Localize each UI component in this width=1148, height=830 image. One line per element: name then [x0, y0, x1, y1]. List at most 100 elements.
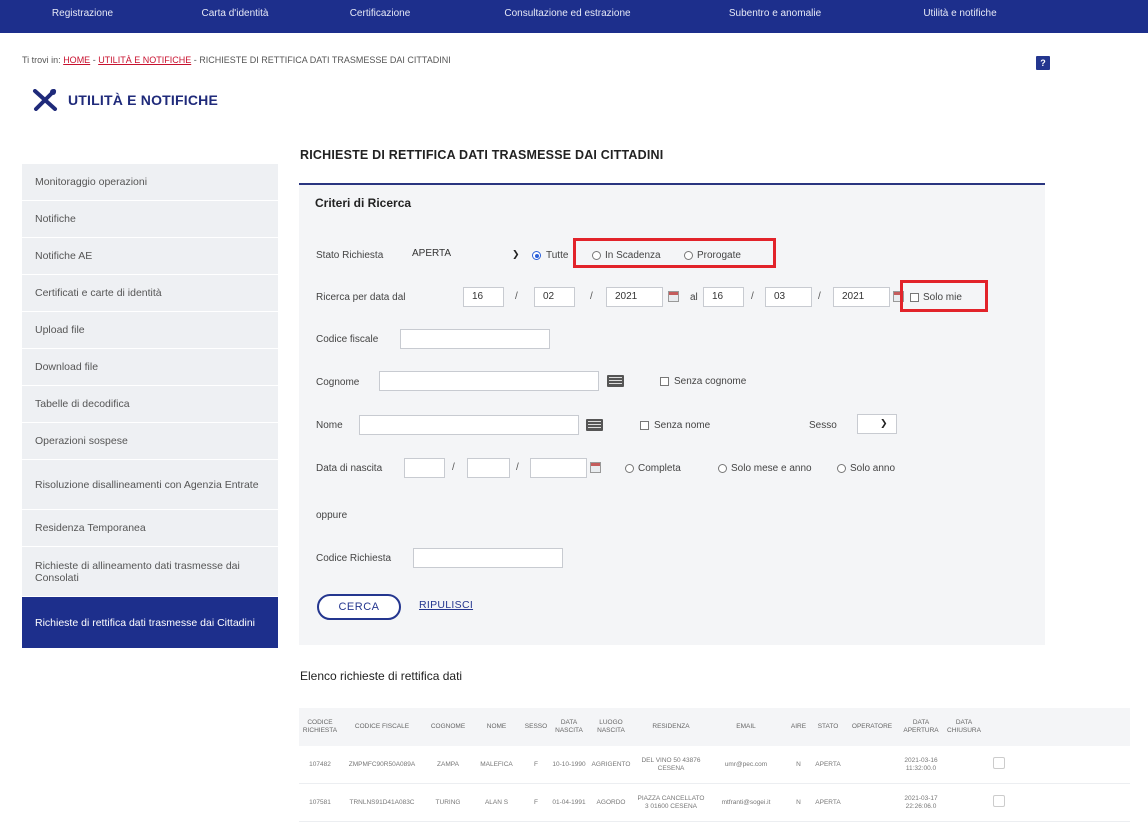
- al-label: al: [690, 292, 698, 303]
- radio-completa[interactable]: [625, 464, 634, 473]
- nav-utilita[interactable]: Utilità e notifiche: [870, 0, 1050, 33]
- codice-fiscale-input[interactable]: [400, 329, 550, 349]
- al-giorno-input[interactable]: 16: [703, 287, 744, 307]
- breadcrumb-separator: -: [90, 55, 99, 65]
- page-title: RICHIESTE DI RETTIFICA DATI TRASMESSE DA…: [300, 148, 664, 162]
- sidebar-item-monitoraggio[interactable]: Monitoraggio operazioni: [22, 164, 278, 201]
- column-header: LUOGO NASCITA: [597, 719, 625, 734]
- keyboard-icon[interactable]: [586, 419, 603, 431]
- ripulisci-link[interactable]: RIPULISCI: [419, 599, 473, 611]
- table-cell-actions: [985, 795, 1013, 810]
- date-separator: /: [751, 291, 754, 302]
- sidebar-item-certificati[interactable]: Certificati e carte di identità: [22, 275, 278, 312]
- sidebar-item-rettifica-cittadini[interactable]: Richieste di rettifica dati trasmesse da…: [22, 597, 278, 649]
- breadcrumb-prefix: Ti trovi in:: [22, 55, 61, 65]
- radio-solo-mese-anno-label: Solo mese e anno: [731, 463, 812, 474]
- radio-completa-label: Completa: [638, 463, 681, 474]
- calendar-icon[interactable]: [668, 291, 679, 302]
- sidebar-item-operazioni-sospese[interactable]: Operazioni sospese: [22, 423, 278, 460]
- table-cell: mtfranti@sogei.it: [721, 798, 771, 806]
- table-cell: PIAZZA CANCELLATO 3 01600 CESENA: [637, 794, 705, 810]
- sidebar-item-label: Risoluzione disallineamenti con Agenzia …: [35, 478, 259, 491]
- nascita-anno-input[interactable]: [530, 458, 587, 478]
- sesso-label: Sesso: [809, 420, 837, 431]
- al-anno-input[interactable]: 2021: [833, 287, 890, 307]
- cerca-button[interactable]: CERCA: [317, 594, 401, 620]
- breadcrumb-section-link[interactable]: UTILITÀ E NOTIFICHE: [98, 55, 191, 65]
- sidebar-item-residenza-temporanea[interactable]: Residenza Temporanea: [22, 510, 278, 547]
- table-cell-actions: [985, 757, 1013, 772]
- oppure-label: oppure: [316, 510, 348, 521]
- sidebar-item-tabelle[interactable]: Tabelle di decodifica: [22, 386, 278, 423]
- table-cell: ALAN S: [484, 798, 509, 806]
- nav-carta-identita[interactable]: Carta d'identità: [165, 0, 305, 33]
- sidebar-item-label: Residenza Temporanea: [35, 522, 146, 534]
- table-cell: 107482: [309, 760, 331, 768]
- table-cell: F: [534, 798, 538, 806]
- search-panel-title: Criteri di Ricerca: [315, 196, 412, 210]
- nascita-mese-input[interactable]: [467, 458, 510, 478]
- sidebar-item-consolati[interactable]: Richieste di allineamento dati trasmesse…: [22, 547, 278, 597]
- breadcrumb-home-link[interactable]: HOME: [63, 55, 90, 65]
- radio-tutte[interactable]: [532, 251, 541, 260]
- codice-fiscale-label: Codice fiscale: [316, 334, 379, 345]
- tools-icon: [33, 89, 57, 111]
- table-cell: AGRIGENTO: [591, 760, 631, 768]
- nav-certificazione[interactable]: Certificazione: [305, 0, 455, 33]
- radio-in-scadenza[interactable]: [592, 251, 601, 260]
- sidebar-item-label: Operazioni sospese: [35, 435, 128, 447]
- date-separator: /: [452, 462, 455, 473]
- nascita-giorno-input[interactable]: [404, 458, 445, 478]
- sidebar: Monitoraggio operazioni Notifiche Notifi…: [22, 164, 278, 649]
- stato-richiesta-label: Stato Richiesta: [316, 250, 384, 261]
- radio-tutte-label: Tutte: [546, 250, 569, 261]
- solo-mie-checkbox[interactable]: [910, 293, 919, 302]
- table-cell: ZMPMFC90R50A089A: [348, 760, 416, 768]
- radio-solo-mese-anno[interactable]: [718, 464, 727, 473]
- sidebar-item-upload[interactable]: Upload file: [22, 312, 278, 349]
- column-header: DATA NASCITA: [555, 719, 583, 734]
- table-cell: N: [796, 760, 801, 768]
- keyboard-icon[interactable]: [607, 375, 624, 387]
- dal-anno-input[interactable]: 2021: [606, 287, 663, 307]
- dal-mese-input[interactable]: 02: [534, 287, 575, 307]
- sidebar-item-label: Tabelle di decodifica: [35, 398, 130, 410]
- radio-in-scadenza-label: In Scadenza: [605, 250, 661, 261]
- sidebar-item-notifiche[interactable]: Notifiche: [22, 201, 278, 238]
- help-button[interactable]: ?: [1036, 56, 1050, 70]
- table-cell: TURING: [435, 798, 461, 806]
- nav-consultazione[interactable]: Consultazione ed estrazione: [455, 0, 680, 33]
- sidebar-item-download[interactable]: Download file: [22, 349, 278, 386]
- table-row[interactable]: 107482 ZMPMFC90R50A089A ZAMPA MALEFICA F…: [299, 746, 1130, 784]
- table-row[interactable]: 107581 TRNLNS91D41A083C TURING ALAN S F …: [299, 784, 1130, 822]
- nome-label: Nome: [316, 420, 343, 431]
- solo-mie-label: Solo mie: [923, 292, 962, 303]
- senza-nome-checkbox[interactable]: [640, 421, 649, 430]
- ricerca-data-label: Ricerca per data dal: [316, 292, 406, 303]
- nome-input[interactable]: [359, 415, 579, 435]
- calendar-icon[interactable]: [590, 462, 601, 473]
- radio-solo-anno[interactable]: [837, 464, 846, 473]
- detail-icon[interactable]: [993, 757, 1005, 769]
- data-nascita-label: Data di nascita: [316, 463, 383, 474]
- column-header: SESSO: [524, 723, 548, 730]
- table-cell: AGORDO: [596, 798, 626, 806]
- column-header: CODICE RICHIESTA: [302, 719, 338, 734]
- date-separator: /: [818, 291, 821, 302]
- column-header: NOME: [486, 723, 507, 730]
- sidebar-item-notifiche-ae[interactable]: Notifiche AE: [22, 238, 278, 275]
- sidebar-item-disallineamenti[interactable]: Risoluzione disallineamenti con Agenzia …: [22, 460, 278, 510]
- sesso-select[interactable]: [857, 414, 897, 434]
- nav-registrazione[interactable]: Registrazione: [0, 0, 165, 33]
- al-mese-input[interactable]: 03: [765, 287, 812, 307]
- table-cell: 10-10-1990: [552, 760, 586, 768]
- sidebar-item-label: Richieste di rettifica dati trasmesse da…: [35, 616, 256, 629]
- cognome-input[interactable]: [379, 371, 599, 391]
- nav-subentro[interactable]: Subentro e anomalie: [680, 0, 870, 33]
- radio-prorogate[interactable]: [684, 251, 693, 260]
- codice-richiesta-input[interactable]: [413, 548, 563, 568]
- stato-richiesta-select[interactable]: APERTA: [404, 245, 528, 265]
- senza-cognome-checkbox[interactable]: [660, 377, 669, 386]
- detail-icon[interactable]: [993, 795, 1005, 807]
- dal-giorno-input[interactable]: 16: [463, 287, 504, 307]
